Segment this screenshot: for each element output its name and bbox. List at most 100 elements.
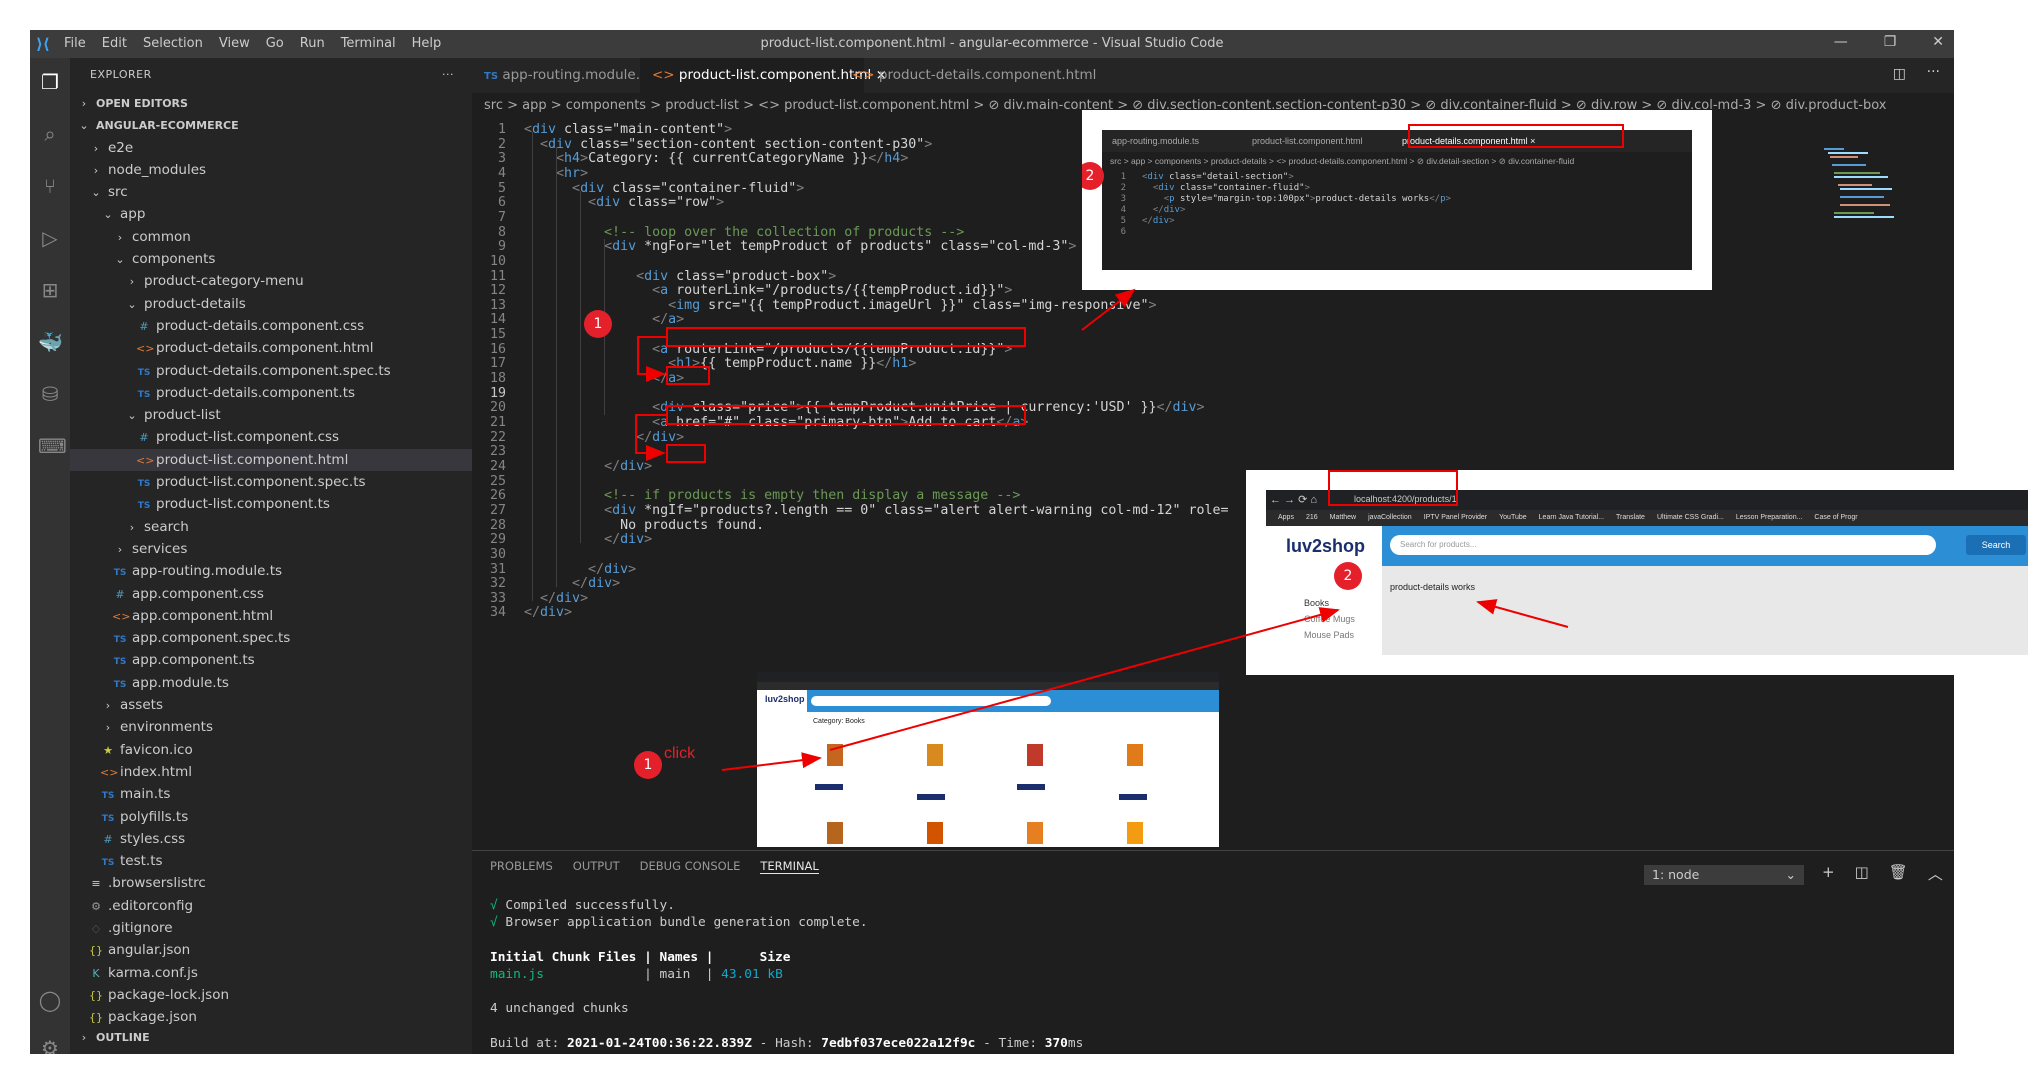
bookmark-item[interactable]: Learn Java Tutorial... [1539, 514, 1604, 521]
book-thumb[interactable] [827, 822, 843, 844]
code-line[interactable]: <div class="container-fluid"> [524, 181, 804, 196]
tab-debug-console[interactable]: DEBUG CONSOLE [640, 859, 741, 874]
category-mouse-pads[interactable]: Mouse Pads [1304, 630, 1354, 640]
code-line[interactable]: <div class="main-content"> [524, 122, 732, 137]
tree-item[interactable]: TS product-details.component.ts [70, 382, 472, 404]
terminal-output[interactable]: √ Compiled successfully. √ Browser applic… [490, 897, 1083, 1054]
code-line[interactable]: <h1>{{ tempProduct.name }}</h1> [524, 356, 916, 371]
book-thumb[interactable] [1127, 744, 1143, 766]
code-line[interactable]: <div *ngFor="let tempProduct of products… [524, 239, 1076, 254]
section-outline[interactable]: › OUTLINE [70, 1026, 472, 1048]
tree-item[interactable]: <> product-list.component.html [70, 448, 472, 472]
tab-problems[interactable]: PROBLEMS [490, 859, 553, 874]
add-to-cart-button[interactable] [815, 784, 843, 790]
code-line[interactable]: <div class="product-box"> [524, 269, 836, 284]
tree-item[interactable]: TS polyfills.ts [70, 806, 472, 828]
tree-item[interactable]: ⌄ product-list [70, 404, 472, 426]
add-to-cart-button[interactable] [1017, 784, 1045, 790]
tree-item[interactable]: ≡ .browserslistrc [70, 872, 472, 894]
code-line[interactable]: </div> [524, 576, 620, 591]
tab-terminal[interactable]: TERMINAL [760, 859, 819, 874]
terminal-selector[interactable]: 1: node ⌄ [1644, 865, 1804, 885]
editor-more-icon[interactable]: ··· [1927, 64, 1940, 80]
bookmark-item[interactable]: Apps [1278, 514, 1294, 521]
bookmark-item[interactable]: Translate [1616, 514, 1645, 521]
tree-item[interactable]: <> product-details.component.html [70, 337, 472, 359]
restore-icon[interactable]: ❐ [1884, 34, 1897, 50]
tree-item[interactable]: › common [70, 226, 472, 248]
tree-item[interactable]: ⌄ components [70, 248, 472, 270]
tree-item[interactable]: TS product-details.component.spec.ts [70, 360, 472, 382]
tree-item[interactable]: › e2e [70, 137, 472, 159]
code-line[interactable]: </div> [524, 562, 636, 577]
tree-item[interactable]: Kkarma.conf.js [70, 962, 472, 984]
browser-nav-icons[interactable]: ← → ⟳ ⌂ [1270, 493, 1317, 506]
tree-item[interactable]: › services [70, 538, 472, 560]
code-line[interactable]: <div class="section-content section-cont… [524, 137, 932, 152]
database-icon[interactable]: ⛁ [38, 382, 62, 406]
tree-item[interactable]: # product-details.component.css [70, 315, 472, 337]
tree-item[interactable]: › node_modules [70, 159, 472, 181]
book-thumb[interactable] [927, 822, 943, 844]
book-thumb[interactable] [927, 744, 943, 766]
code-line[interactable]: </div> [524, 459, 652, 474]
bookmark-item[interactable]: Case of Progr [1814, 514, 1857, 521]
tree-item[interactable]: › product-category-menu [70, 270, 472, 292]
book-thumb[interactable] [827, 744, 843, 766]
code-line[interactable]: <!-- if products is empty then display a… [524, 488, 1020, 503]
add-to-cart-button[interactable] [1119, 794, 1147, 800]
category-coffee-mugs[interactable]: Coffee Mugs [1304, 614, 1355, 624]
extensions-icon[interactable]: ⊞ [38, 278, 62, 302]
trash-icon[interactable]: 🗑 [1889, 863, 1908, 884]
tree-item[interactable]: <> index.html [70, 761, 472, 783]
code-line[interactable]: <div class="row"> [524, 195, 724, 210]
tree-item[interactable]: {} angular.json [70, 939, 472, 961]
tab-output[interactable]: OUTPUT [573, 859, 620, 874]
book-thumb[interactable] [1027, 744, 1043, 766]
tab-app-routing[interactable]: TS app-routing.module.ts [472, 58, 664, 93]
more-actions-icon[interactable]: ··· [442, 58, 454, 92]
search-button[interactable]: Search [1966, 535, 2026, 555]
code-line[interactable]: <div *ngIf="products?.length == 0" class… [524, 503, 1228, 518]
account-icon[interactable]: ◯ [38, 988, 62, 1012]
tree-item[interactable]: ◇ .gitignore [70, 917, 472, 939]
code-line[interactable]: </div> [524, 591, 588, 606]
bookmark-item[interactable]: YouTube [1499, 514, 1527, 521]
code-line[interactable]: No products found. [524, 518, 764, 533]
code-line[interactable]: <!-- loop over the collection of product… [524, 225, 964, 240]
section-open-editors[interactable]: › OPEN EDITORS [70, 92, 472, 114]
tree-item[interactable]: TS app.component.ts [70, 649, 472, 671]
bookmark-item[interactable]: Lesson Preparation... [1736, 514, 1803, 521]
search-icon[interactable]: ⌕ [38, 122, 62, 146]
category-books[interactable]: Books [1304, 598, 1329, 608]
section-project[interactable]: ⌄ ANGULAR-ECOMMERCE [70, 114, 472, 136]
code-line[interactable]: <img src="{{ tempProduct.imageUrl }}" cl… [524, 298, 1156, 313]
tree-item[interactable]: ⌄ src [70, 181, 472, 203]
book-thumb[interactable] [1127, 822, 1143, 844]
book-thumb[interactable] [1027, 822, 1043, 844]
bookmark-item[interactable]: 216 [1306, 514, 1318, 521]
minimize-icon[interactable]: — [1834, 34, 1848, 50]
explorer-icon[interactable]: ❐ [38, 70, 62, 94]
new-terminal-icon[interactable]: + [1822, 863, 1835, 884]
tree-item[interactable]: ⚙ .editorconfig [70, 895, 472, 917]
terminal-icon[interactable]: ⌨ [38, 434, 67, 458]
tree-item[interactable]: TS main.ts [70, 783, 472, 805]
split-editor-icon[interactable]: ◫ [1893, 66, 1906, 82]
tree-item[interactable]: TS app.component.spec.ts [70, 627, 472, 649]
maximize-panel-icon[interactable]: ︿ [1928, 863, 1943, 884]
docker-icon[interactable]: 🐳 [38, 330, 63, 354]
tree-item[interactable]: › search [70, 516, 472, 538]
source-control-icon[interactable]: ⑂ [38, 174, 62, 198]
tab-product-list[interactable]: <> product-list.component.html × [640, 58, 887, 93]
add-to-cart-button[interactable] [917, 794, 945, 800]
tree-item[interactable]: ⌄ app [70, 203, 472, 225]
code-line[interactable]: </div> [524, 532, 652, 547]
tab-product-details[interactable]: <> product-details.component.html [840, 58, 1096, 93]
tree-item[interactable]: # styles.css [70, 828, 472, 850]
tree-item[interactable]: ⌄ product-details [70, 293, 472, 315]
split-terminal-icon[interactable]: ◫ [1855, 863, 1869, 884]
run-debug-icon[interactable]: ▷ [38, 226, 62, 250]
tree-item[interactable]: # app.component.css [70, 583, 472, 605]
close-icon[interactable]: ✕ [1932, 34, 1944, 50]
